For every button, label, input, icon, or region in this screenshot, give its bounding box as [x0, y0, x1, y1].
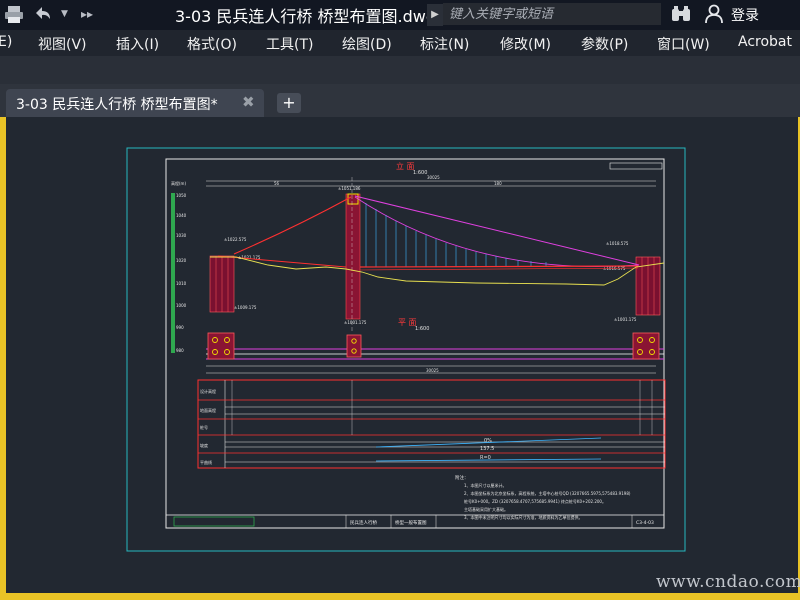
menu-item-format[interactable]: 格式(O) — [187, 34, 237, 54]
hangers — [365, 203, 547, 267]
user-icon[interactable] — [704, 4, 724, 28]
menu-item-draw[interactable]: 绘图(D) — [342, 34, 392, 54]
print-icon[interactable] — [4, 4, 24, 28]
main-cable — [354, 196, 640, 267]
plan-tower — [346, 334, 362, 358]
radius-value: R=0 — [480, 455, 491, 461]
title-bar: ▼ ▸▸ 3-03 民兵连人行桥 桥型布置图.dwg ▶ 登录 — [0, 0, 800, 30]
plan-right-abutment — [632, 332, 660, 360]
span-right-label: 180 — [494, 181, 502, 186]
binoculars-icon[interactable] — [671, 5, 691, 27]
title-block-project: 民兵连人行桥 — [350, 519, 377, 526]
note-2: 2、本图坐标系为北京坐标系，高程系统，主塔中心桩号QD (3207665.597… — [464, 490, 631, 496]
menu-item-insert[interactable]: 插入(I) — [116, 34, 159, 54]
profile-table — [197, 379, 666, 469]
drawing-canvas[interactable]: 立 面 1:600 30025 56 180 1050 1040 1030 1020… — [6, 117, 798, 593]
more-tools-icon[interactable]: ▸▸ — [81, 7, 93, 21]
note-1: 1、本图尺寸以厘米计。 — [464, 482, 507, 488]
svg-text:1030: 1030 — [176, 233, 187, 238]
back-stay-cable — [233, 196, 352, 255]
svg-text:1040: 1040 — [176, 213, 187, 218]
ribbon-area — [0, 56, 800, 84]
svg-text:高程(m): 高程(m) — [171, 180, 186, 186]
elev-tower-top: ±1051.186 — [338, 186, 361, 191]
title-block-number: C3-4-03 — [636, 520, 654, 526]
overall-length-plan: 30025 — [426, 368, 439, 373]
elevation-scale-bar — [171, 193, 175, 353]
table-row-slope: 坡度 — [200, 442, 208, 448]
tab-label: 3-03 民兵连人行桥 桥型布置图* — [16, 97, 218, 113]
plan-title: 平 面 — [398, 318, 417, 327]
elev-right: ±1018.575 — [606, 241, 629, 246]
menu-item-dimension[interactable]: 标注(N) — [420, 34, 469, 54]
elev-left: ±1022.575 — [224, 237, 247, 242]
main-tower — [345, 193, 361, 320]
svg-text:1050: 1050 — [176, 193, 187, 198]
menu-item-modify[interactable]: 修改(M) — [500, 34, 551, 54]
length-value: 137.5 — [480, 446, 494, 452]
table-row-curve: 平曲线 — [200, 459, 212, 465]
menu-item-view[interactable]: 视图(V) — [38, 34, 87, 54]
undo-dropdown-icon[interactable]: ▼ — [61, 9, 68, 19]
table-row-design-elev: 设计高程 — [200, 388, 216, 394]
menu-item-window[interactable]: 窗口(W) — [657, 34, 710, 54]
elevation-scale: 1:600 — [413, 170, 427, 176]
menu-item-tools[interactable]: 工具(T) — [266, 34, 313, 54]
elevation-title: 立 面 — [396, 161, 415, 171]
watermark: www.cndao.com — [656, 572, 800, 592]
table-row-ground-elev: 地面高程 — [200, 407, 216, 413]
elev-left-foundation: ±1009.175 — [234, 305, 257, 310]
new-tab-button[interactable]: + — [277, 93, 301, 113]
upper-cable — [354, 195, 640, 266]
elev-right-foundation: ±1001.175 — [614, 317, 637, 322]
undo-icon[interactable] — [32, 4, 54, 28]
slope-value: 0% — [484, 438, 492, 444]
login-button[interactable]: 登录 — [731, 5, 759, 25]
notes-title: 附注： — [455, 474, 469, 481]
title-arrow-icon[interactable]: ▶ — [427, 4, 443, 26]
menu-item-acrobat[interactable]: Acrobat — [738, 34, 792, 50]
svg-text:1020: 1020 — [176, 258, 187, 263]
elev-center-foundation: ±1001.175 — [344, 320, 367, 325]
svg-text:1000: 1000 — [176, 303, 187, 308]
close-icon[interactable]: ✖ — [242, 93, 255, 111]
tab-drawing[interactable]: 3-03 民兵连人行桥 桥型布置图* ✖ — [6, 89, 264, 117]
svg-text:1010: 1010 — [176, 281, 187, 286]
menu-bar: E) 视图(V) 插入(I) 格式(O) 工具(T) 绘图(D) 标注(N) 修… — [0, 30, 800, 56]
title-block-drawing: 桥型一般布置图 — [395, 519, 427, 526]
sheet-inner-frame — [165, 158, 665, 529]
table-row-station: 桩号 — [200, 424, 208, 430]
search-input[interactable] — [443, 3, 661, 25]
document-tab-bar: 3-03 民兵连人行桥 桥型布置图* ✖ + — [0, 84, 800, 117]
plan-scale: 1:600 — [415, 326, 429, 332]
document-title: 3-03 民兵连人行桥 桥型布置图.dwg — [175, 7, 436, 26]
menu-item-edit[interactable]: E) — [0, 34, 12, 50]
overall-length-top: 30025 — [427, 175, 440, 180]
cad-application: ▼ ▸▸ 3-03 民兵连人行桥 桥型布置图.dwg ▶ 登录 E) 视图(V)… — [0, 0, 800, 600]
menu-item-parameter[interactable]: 参数(P) — [581, 34, 628, 54]
drawing-sheet: 立 面 1:600 30025 56 180 1050 1040 1030 1020… — [126, 147, 686, 552]
plan-left-abutment — [207, 332, 235, 360]
note-2b: 桩号K0+000。ZD (3207658.4707,575685.9941) 终… — [464, 498, 606, 504]
svg-text:990: 990 — [176, 325, 184, 330]
svg-text:980: 980 — [176, 348, 184, 353]
note-2c: 主塔基础采用扩大基础。 — [464, 506, 508, 512]
span-left-label: 56 — [274, 181, 280, 186]
